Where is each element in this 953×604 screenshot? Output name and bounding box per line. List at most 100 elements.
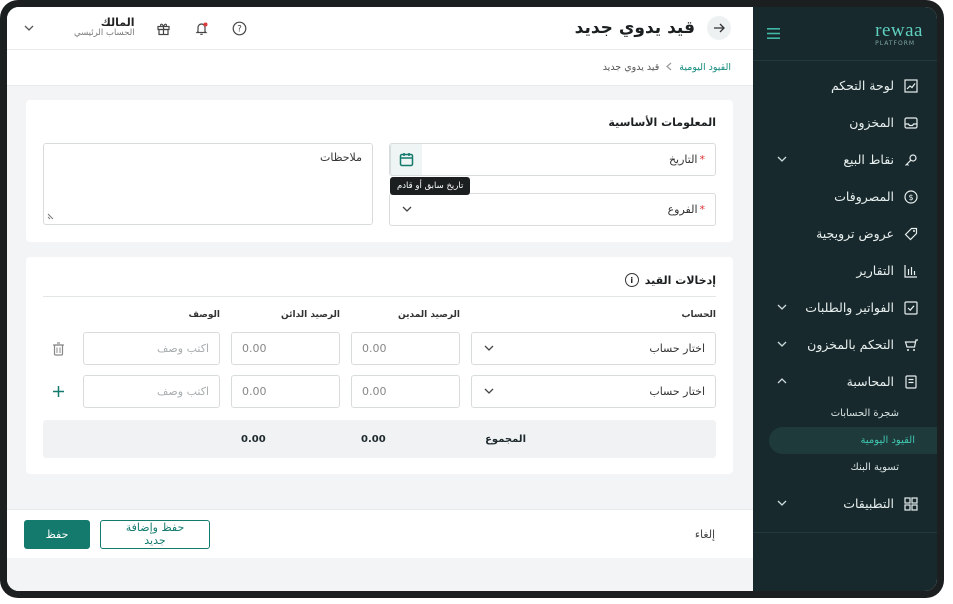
section-title: المعلومات الأساسية xyxy=(608,116,716,129)
sidebar-item-label: الفواتير والطلبات xyxy=(805,300,894,315)
trash-icon[interactable] xyxy=(43,341,73,356)
section-title: إدخالات القيد xyxy=(644,273,716,287)
sidebar-item-accounting[interactable]: المحاسبة xyxy=(753,363,937,400)
chevron-down-icon xyxy=(777,302,787,313)
cart-icon xyxy=(903,337,919,353)
description-placeholder: اكتب وصف xyxy=(157,342,209,355)
date-field[interactable]: * التاريخ تاريخ سابق أو قادم xyxy=(389,143,716,195)
credit-input[interactable]: 0.00 xyxy=(231,332,340,365)
chevron-down-icon xyxy=(777,498,787,509)
breadcrumb-current: قيد يدوي جديد xyxy=(602,62,660,73)
sidebar-item-expenses[interactable]: $ المصروفات xyxy=(753,178,937,215)
total-label: المجموع xyxy=(485,433,526,445)
account-select[interactable]: اختار حساب xyxy=(471,375,716,408)
chevron-down-icon xyxy=(484,386,494,397)
back-arrow-icon[interactable] xyxy=(707,16,731,40)
sidebar: rewaa PLATFORM لوحة التحكم المخزون نقاط … xyxy=(753,7,937,591)
entries-header: إدخالات القيد i xyxy=(43,273,716,297)
resize-handle-icon[interactable] xyxy=(47,213,54,222)
svg-text:$: $ xyxy=(908,193,913,202)
brand-logo[interactable]: rewaa PLATFORM xyxy=(875,20,923,47)
footer-spacer xyxy=(7,558,753,591)
account-value: اختار حساب xyxy=(649,385,705,398)
chart-line-icon xyxy=(903,78,919,94)
sidebar-item-apps[interactable]: التطبيقات xyxy=(753,485,937,522)
totals-row: المجموع 0.00 0.00 xyxy=(43,420,716,458)
notes-column: ملاحظات xyxy=(43,143,373,226)
sidebar-item-label: لوحة التحكم xyxy=(830,78,894,93)
sidebar-item-pos[interactable]: نقاط البيع xyxy=(753,141,937,178)
description-input[interactable]: اكتب وصف xyxy=(83,375,220,408)
chevron-down-icon xyxy=(777,339,787,350)
device-frame: rewaa PLATFORM لوحة التحكم المخزون نقاط … xyxy=(0,0,944,598)
sidebar-subitem-journal-entries[interactable]: القيود اليومية xyxy=(769,427,937,454)
grid-icon xyxy=(903,496,919,512)
table-row: اختار حساب 0.00 0.00 اكتب وصف xyxy=(43,332,716,365)
save-button[interactable]: حفظ xyxy=(24,519,90,549)
calendar-icon[interactable] xyxy=(390,144,422,175)
title-group: قيد يدوي جديد xyxy=(575,16,731,40)
sidebar-divider xyxy=(753,532,937,533)
column-credit: الرصيد الدائن xyxy=(281,309,340,320)
credit-input[interactable]: 0.00 xyxy=(231,375,340,408)
sidebar-item-label: نقاط البيع xyxy=(843,152,894,167)
topbar-actions: ? المالك الحساب الرئيسي xyxy=(24,16,249,39)
description-placeholder: اكتب وصف xyxy=(157,385,209,398)
info-icon[interactable]: i xyxy=(624,273,639,287)
hamburger-menu-icon[interactable] xyxy=(767,24,780,43)
date-label: التاريخ xyxy=(668,153,698,166)
key-icon xyxy=(903,152,919,168)
required-mark: * xyxy=(699,203,706,216)
basic-info-fields: * التاريخ تاريخ سابق أو قادم * الفروع xyxy=(389,143,716,226)
owner-subtitle: الحساب الرئيسي xyxy=(74,28,135,39)
column-account: الحساب xyxy=(681,309,716,320)
total-credit: 0.00 xyxy=(241,433,266,445)
account-select[interactable]: اختار حساب xyxy=(471,332,716,365)
plus-icon[interactable] xyxy=(43,385,73,398)
debit-input[interactable]: 0.00 xyxy=(351,375,460,408)
sidebar-item-promotions[interactable]: عروض ترويجية xyxy=(753,215,937,252)
chevron-down-icon xyxy=(777,154,787,165)
debit-value: 0.00 xyxy=(362,385,387,398)
account-menu[interactable]: المالك الحساب الرئيسي xyxy=(74,16,135,39)
sidebar-subitem-chart-of-accounts[interactable]: شجرة الحسابات xyxy=(753,400,937,427)
total-debit: 0.00 xyxy=(361,433,386,445)
description-input[interactable]: اكتب وصف xyxy=(83,332,220,365)
logo-subtext: PLATFORM xyxy=(875,40,916,47)
bell-icon[interactable] xyxy=(193,19,211,37)
entries-table-header: الحساب الرصيد المدين الرصيد الدائن الوصف xyxy=(43,307,716,322)
gift-icon[interactable] xyxy=(155,19,173,37)
branch-select[interactable]: * الفروع xyxy=(389,193,716,226)
debit-value: 0.00 xyxy=(362,342,387,355)
sidebar-item-label: التقارير xyxy=(856,263,894,278)
sidebar-item-label: المخزون xyxy=(849,115,894,130)
debit-input[interactable]: 0.00 xyxy=(351,332,460,365)
required-mark: * xyxy=(699,153,706,166)
page-title: قيد يدوي جديد xyxy=(574,18,695,38)
entries-card: إدخالات القيد i الحساب الرصيد المدين الر… xyxy=(26,257,733,474)
chevron-down-icon[interactable] xyxy=(24,23,34,34)
sidebar-item-invoices[interactable]: الفواتير والطلبات xyxy=(753,289,937,326)
top-bar: قيد يدوي جديد ? المالك الحساب الرئيسي xyxy=(7,7,753,50)
chevron-down-icon xyxy=(402,204,412,215)
breadcrumb-link-journal[interactable]: القيود اليومية xyxy=(679,62,731,73)
sidebar-item-reports[interactable]: التقارير xyxy=(753,252,937,289)
sidebar-subitem-bank-reconciliation[interactable]: تسوية البنك xyxy=(753,454,937,481)
notes-textarea[interactable]: ملاحظات xyxy=(43,143,373,225)
branch-label: الفروع xyxy=(667,203,698,216)
notes-label: ملاحظات xyxy=(320,151,362,164)
sidebar-item-label: التطبيقات xyxy=(843,496,894,511)
cancel-button[interactable]: إلغاء xyxy=(675,520,735,549)
sidebar-item-dashboard[interactable]: لوحة التحكم xyxy=(753,67,937,104)
app-screen: rewaa PLATFORM لوحة التحكم المخزون نقاط … xyxy=(7,7,937,591)
inbox-icon xyxy=(903,115,919,131)
date-tooltip: تاريخ سابق أو قادم xyxy=(390,177,471,195)
logo-text: rewaa xyxy=(875,20,923,41)
sidebar-item-inventory-control[interactable]: التحكم بالمخزون xyxy=(753,326,937,363)
help-icon[interactable]: ? xyxy=(231,19,249,37)
credit-value: 0.00 xyxy=(242,342,267,355)
sidebar-item-inventory[interactable]: المخزون xyxy=(753,104,937,141)
breadcrumb: القيود اليومية قيد يدوي جديد xyxy=(7,50,753,86)
save-and-new-button[interactable]: حفظ وإضافة جديد xyxy=(100,519,210,549)
tag-icon xyxy=(903,226,919,242)
